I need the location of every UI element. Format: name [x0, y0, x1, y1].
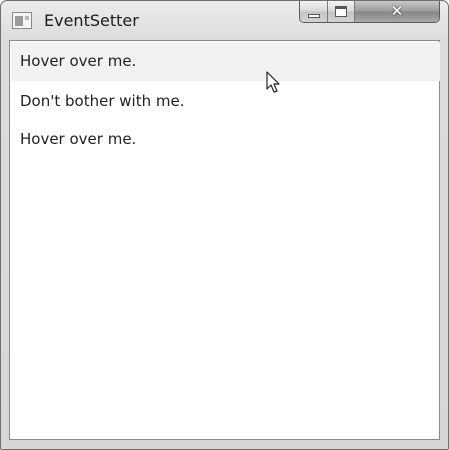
list-item-hover-1[interactable]: Hover over me. — [11, 42, 440, 81]
close-icon: ✕ — [390, 2, 404, 20]
close-button[interactable]: ✕ — [355, 1, 439, 22]
mouse-pointer-icon — [266, 71, 280, 93]
content-area: Hover over me. Don't bother with me. Hov… — [9, 40, 440, 440]
app-icon-left-pane — [15, 16, 23, 26]
minimize-button[interactable] — [300, 1, 328, 22]
list-item-hover-2[interactable]: Hover over me. — [11, 120, 440, 159]
maximize-button[interactable] — [328, 1, 355, 22]
list-item-dont-bother[interactable]: Don't bother with me. — [11, 82, 440, 121]
title-bar[interactable]: EventSetter ✕ — [1, 1, 448, 39]
caption-buttons: ✕ — [299, 1, 440, 23]
app-window: EventSetter ✕ Hover over me. Don't bothe… — [0, 0, 449, 450]
app-icon-right-pane — [25, 16, 29, 20]
window-title: EventSetter — [44, 11, 139, 30]
app-window-icon[interactable] — [12, 12, 32, 29]
minimize-icon — [307, 13, 320, 18]
maximize-icon — [335, 6, 347, 17]
